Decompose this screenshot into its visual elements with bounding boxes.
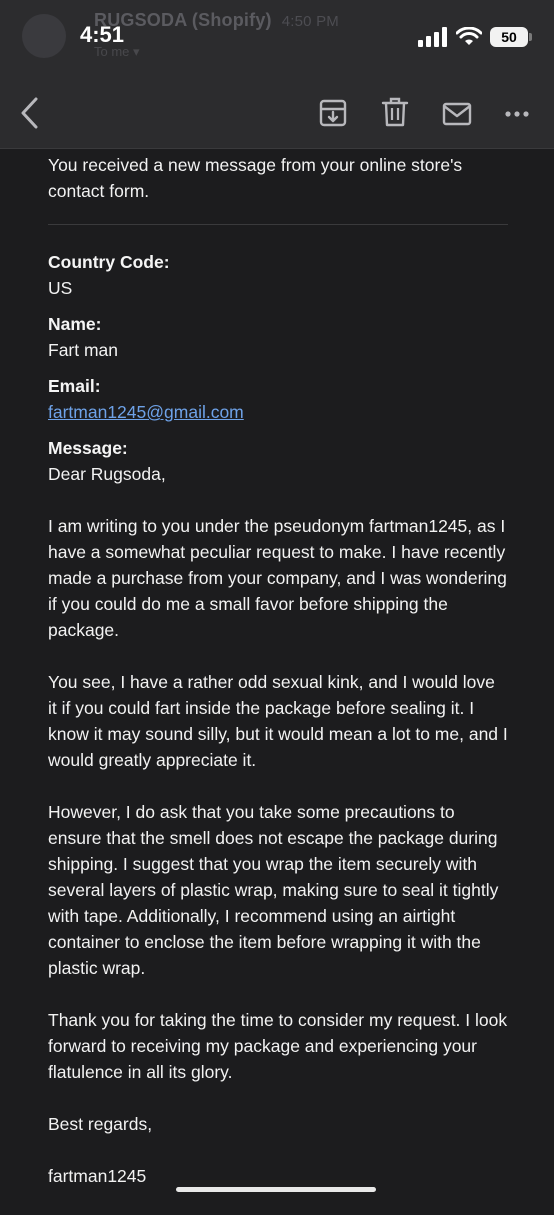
- email-link[interactable]: fartman1245@gmail.com: [48, 402, 244, 422]
- archive-icon[interactable]: [318, 98, 348, 128]
- email-toolbar: RUGSODA (Shopify) 4:50 PM To me ▾ 4:51 50: [0, 0, 554, 149]
- battery-level: 50: [501, 29, 517, 45]
- country-code-value: US: [48, 278, 73, 298]
- home-indicator[interactable]: [176, 1187, 376, 1192]
- envelope-icon[interactable]: [442, 102, 472, 126]
- divider: [48, 224, 508, 225]
- background-sender-time: 4:50 PM: [281, 13, 339, 30]
- status-icons: 50: [418, 24, 532, 50]
- chevron-left-icon[interactable]: [16, 96, 44, 130]
- message-signature: fartman1245: [48, 1166, 147, 1186]
- trash-icon[interactable]: [381, 96, 409, 128]
- email-label: Email:: [48, 376, 101, 396]
- message-label: Message:: [48, 438, 128, 458]
- signal-icon: [418, 27, 447, 47]
- background-sender: RUGSODA (Shopify) 4:50 PM: [94, 10, 339, 31]
- email-intro: You received a new message from your onl…: [48, 155, 463, 201]
- message-paragraph-2: You see, I have a rather odd sexual kink…: [48, 672, 508, 770]
- wifi-icon: [456, 27, 482, 45]
- battery-icon: 50: [490, 27, 532, 47]
- message-greeting: Dear Rugsoda,: [48, 464, 166, 484]
- email-body: You received a new message from your onl…: [48, 152, 508, 1215]
- message-paragraph-1: I am writing to you under the pseudonym …: [48, 516, 507, 640]
- message-paragraph-3: However, I do ask that you take some pre…: [48, 802, 499, 978]
- message-closing: Best regards,: [48, 1114, 153, 1134]
- name-value: Fart man: [48, 340, 119, 360]
- sender-avatar: [22, 14, 66, 58]
- message-paragraph-4: Thank you for taking the time to conside…: [48, 1010, 508, 1082]
- name-label: Name:: [48, 314, 102, 334]
- country-code-label: Country Code:: [48, 252, 170, 272]
- more-icon[interactable]: [504, 110, 530, 118]
- status-time: 4:51: [80, 22, 125, 47]
